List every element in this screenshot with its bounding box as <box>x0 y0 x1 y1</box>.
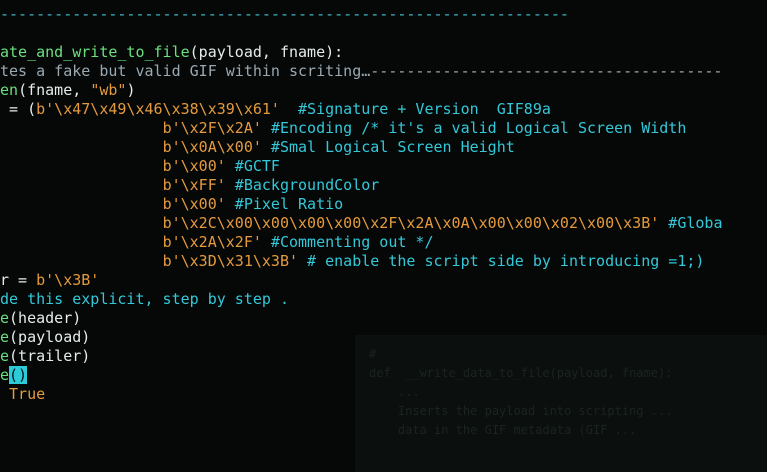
code-token: en <box>0 81 19 99</box>
code-line: e(header) <box>0 309 81 329</box>
code-token: #Signature + Version GIF89a <box>298 100 551 118</box>
code-token: True <box>9 385 46 403</box>
code-token: b'\x2A\x2F' <box>162 233 262 251</box>
code-line: tes a fake but valid GIF within scriting… <box>0 62 722 82</box>
code-editor[interactable]: ----------------------------------------… <box>0 0 767 472</box>
code-token: (fname, <box>18 81 91 99</box>
code-line: b'\x0A\x00' #Smal Logical Screen Height <box>0 138 515 158</box>
code-token: e <box>0 309 10 327</box>
code-token: e <box>0 347 10 365</box>
code-token: #Commenting out */ <box>261 233 434 251</box>
code-token: de this explicit, step by step . <box>0 290 289 308</box>
code-line: b'\x2A\x2F' #Commenting out */ <box>0 233 434 253</box>
code-line: e(payload) <box>0 328 90 348</box>
code-token: #Smal Logical Screen Height <box>261 138 515 156</box>
code-token: ) <box>126 81 136 99</box>
code-line: b'\x3D\x31\x3B' # enable the script side… <box>0 252 705 272</box>
code-line: b'\xFF' #BackgroundColor <box>0 176 380 196</box>
code-token: # enable the script side by introducing … <box>298 252 705 270</box>
code-token: e <box>0 366 10 384</box>
code-token: = ( <box>0 100 37 118</box>
code-line: = (b'\x47\x49\x46\x38\x39\x61' #Signatur… <box>0 100 551 120</box>
code-line: e() <box>0 366 28 386</box>
code-token: #GCTF <box>225 157 280 175</box>
code-token: "wb" <box>90 81 127 99</box>
code-token: b'\x2C\x00\x00\x00\x00\x2F\x2A\x0A\x00\x… <box>162 214 660 232</box>
code-token: (header) <box>9 309 82 327</box>
code-token: #Encoding /* it's a valid Logical Screen… <box>261 119 687 137</box>
code-token: #BackgroundColor <box>225 176 380 194</box>
code-token: (payload) <box>9 328 91 346</box>
code-line: ate_and_write_to_file(payload, fname): <box>0 43 343 63</box>
code-token: e <box>0 328 10 346</box>
code-token: #Globa <box>659 214 723 232</box>
code-token: b'\x3B' <box>36 271 100 289</box>
code-token: r = <box>0 271 37 289</box>
code-token: b'\x00' <box>162 195 226 213</box>
code-token: b'\xFF' <box>162 176 226 194</box>
text-cursor: () <box>9 366 28 384</box>
code-line: en(fname, "wb") <box>0 81 135 101</box>
code-line: b'\x2C\x00\x00\x00\x00\x2F\x2A\x0A\x00\x… <box>0 214 723 234</box>
code-line: True <box>0 385 45 405</box>
code-line: de this explicit, step by step . <box>0 290 289 310</box>
code-token: (payload, fname): <box>189 43 344 61</box>
code-token: ----------------------------------------… <box>0 5 569 23</box>
code-line: b'\x00' #Pixel Ratio <box>0 195 344 215</box>
code-line: e(trailer) <box>0 347 90 367</box>
code-token: tes a fake but valid GIF within scriting… <box>0 62 723 80</box>
code-token: b'\x47\x49\x46\x38\x39\x61' <box>36 100 280 118</box>
code-token: (trailer) <box>9 347 91 365</box>
code-token: b'\x2F\x2A' <box>162 119 262 137</box>
code-token: ate_and_write_to_file <box>0 43 190 61</box>
code-token: b'\x0A\x00' <box>162 138 262 156</box>
code-line: b'\x00' #GCTF <box>0 157 280 177</box>
code-line: r = b'\x3B' <box>0 271 99 291</box>
code-token: b'\x3D\x31\x3B' <box>162 252 299 270</box>
code-line: b'\x2F\x2A' #Encoding /* it's a valid Lo… <box>0 119 687 139</box>
code-token: b'\x00' <box>162 157 226 175</box>
code-token: #Pixel Ratio <box>225 195 344 213</box>
code-line: ----------------------------------------… <box>0 5 569 25</box>
